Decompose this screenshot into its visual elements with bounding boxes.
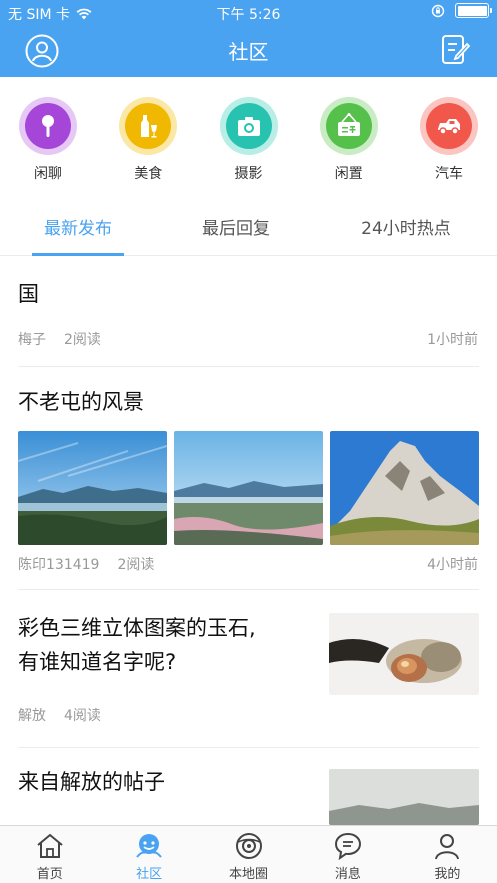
post-time: 1小时前 bbox=[427, 332, 478, 348]
post-meta: 解放 4阅读 bbox=[18, 705, 101, 725]
post-title-line: 彩色三维立体图案的玉石, bbox=[18, 616, 256, 640]
bottom-tab-bar: 首页 社区 本地圈 消息 我的 bbox=[0, 825, 497, 883]
microphone-icon bbox=[42, 115, 54, 137]
bottom-tab-label: 社区 bbox=[136, 867, 163, 882]
post-image[interactable] bbox=[330, 431, 479, 545]
category-label: 汽车 bbox=[435, 166, 463, 182]
category-car-badge bbox=[420, 97, 478, 155]
landscape-photo bbox=[18, 431, 167, 545]
status-bar: 无 SIM 卡 下午 5:26 bbox=[0, 0, 497, 24]
category-car[interactable]: 汽车 bbox=[420, 77, 478, 190]
tab-last-reply[interactable]: 最后回复 bbox=[161, 214, 311, 239]
category-row: 闲聊 美食 摄影 闲置 汽车 bbox=[0, 77, 497, 190]
bottle-glass-icon bbox=[141, 115, 158, 138]
post-title: 彩色三维立体图案的玉石, 有谁知道名字呢? bbox=[18, 611, 256, 679]
post-title: 来自解放的帖子 bbox=[18, 770, 165, 794]
post-item[interactable]: 彩色三维立体图案的玉石, 有谁知道名字呢? 解放 4阅读 bbox=[0, 591, 497, 749]
camera-icon bbox=[237, 117, 260, 136]
category-chat-badge bbox=[19, 97, 77, 155]
bottom-tab-local[interactable]: 本地圈 bbox=[199, 826, 298, 883]
category-label: 美食 bbox=[134, 166, 163, 182]
post-item[interactable]: 不老屯的风景 陈印131419 2阅读 4小时前 bbox=[0, 367, 497, 591]
post-reads: 4阅读 bbox=[64, 708, 101, 724]
post-meta: 陈印131419 2阅读 bbox=[18, 554, 154, 574]
orientation-lock-icon bbox=[431, 4, 445, 17]
bottom-tab-home[interactable]: 首页 bbox=[0, 826, 99, 883]
feed-tabs: 最新发布 最后回复 24小时热点 bbox=[0, 190, 497, 256]
landscape-photo bbox=[174, 431, 323, 545]
car-icon bbox=[438, 119, 460, 135]
post-author: 梅子 bbox=[18, 332, 46, 348]
landscape-photo bbox=[329, 769, 479, 825]
post-title: 国 bbox=[18, 282, 39, 306]
category-chat[interactable]: 闲聊 bbox=[19, 77, 77, 190]
post-image[interactable] bbox=[18, 431, 167, 545]
home-icon bbox=[37, 833, 63, 858]
status-right bbox=[431, 3, 492, 18]
post-image[interactable] bbox=[329, 769, 479, 825]
post-reads: 2阅读 bbox=[64, 332, 101, 348]
category-label: 闲置 bbox=[334, 166, 363, 182]
local-circle-icon bbox=[235, 833, 262, 859]
post-title-line: 有谁知道名字呢? bbox=[18, 650, 177, 674]
page-title: 社区 bbox=[228, 40, 269, 64]
category-secondhand-badge bbox=[319, 97, 378, 155]
post-item[interactable]: 国 梅子 2阅读 1小时前 bbox=[0, 257, 497, 367]
community-icon bbox=[136, 834, 162, 858]
rock-photo bbox=[330, 431, 479, 545]
bottom-tab-messages[interactable]: 消息 bbox=[298, 826, 397, 883]
post-time: 4小时前 bbox=[427, 557, 478, 573]
battery-icon bbox=[455, 3, 492, 18]
compose-icon[interactable] bbox=[441, 34, 471, 66]
post-image[interactable] bbox=[329, 613, 479, 695]
bottom-tab-label: 本地圈 bbox=[229, 867, 269, 882]
tab-24h-hot[interactable]: 24小时热点 bbox=[331, 214, 481, 239]
category-secondhand[interactable]: 闲置 bbox=[319, 77, 378, 190]
post-title: 不老屯的风景 bbox=[18, 390, 144, 414]
tab-latest[interactable]: 最新发布 bbox=[3, 214, 153, 239]
tab-active-indicator bbox=[32, 253, 124, 256]
divider bbox=[18, 589, 479, 590]
secondhand-sign-icon bbox=[337, 113, 360, 136]
post-reads: 2阅读 bbox=[117, 557, 155, 573]
bottom-tab-community[interactable]: 社区 bbox=[99, 826, 198, 883]
bottom-tab-label: 我的 bbox=[434, 867, 461, 882]
category-photography[interactable]: 摄影 bbox=[219, 77, 278, 190]
post-author: 陈印131419 bbox=[18, 557, 100, 573]
category-label: 摄影 bbox=[234, 166, 263, 182]
profile-icon bbox=[435, 834, 460, 860]
post-meta: 梅子 2阅读 bbox=[18, 329, 101, 349]
post-item[interactable]: 来自解放的帖子 bbox=[0, 749, 497, 825]
category-label: 闲聊 bbox=[34, 166, 62, 182]
category-photography-badge bbox=[219, 97, 278, 155]
divider bbox=[18, 747, 479, 748]
bottom-tab-label: 首页 bbox=[36, 867, 63, 882]
nav-bar: 社区 bbox=[0, 24, 497, 77]
jade-stone-photo bbox=[329, 613, 479, 695]
bottom-tab-profile[interactable]: 我的 bbox=[398, 826, 497, 883]
message-icon bbox=[334, 832, 361, 861]
category-food-badge bbox=[119, 97, 178, 155]
category-food[interactable]: 美食 bbox=[119, 77, 178, 190]
bottom-tab-label: 消息 bbox=[334, 867, 361, 882]
status-time: 下午 5:26 bbox=[216, 7, 281, 23]
post-image[interactable] bbox=[174, 431, 323, 545]
post-author: 解放 bbox=[18, 708, 46, 724]
